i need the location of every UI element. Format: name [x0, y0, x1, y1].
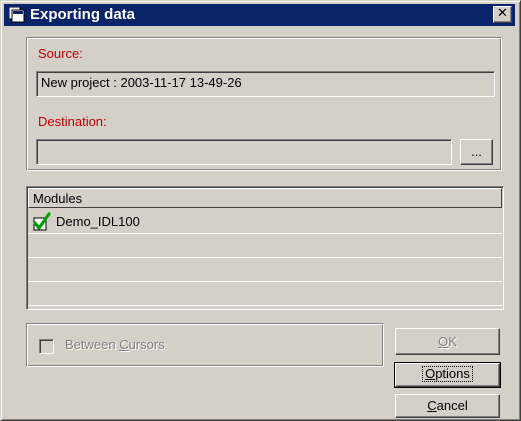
modules-list[interactable]: Modules Demo_IDL100	[26, 186, 504, 310]
export-dialog: Exporting data ✕ Source: New project : 2…	[0, 0, 521, 421]
cancel-button[interactable]: Cancel	[395, 394, 500, 418]
source-field[interactable]: New project : 2003-11-17 13-49-26	[36, 71, 495, 97]
checkmark-icon[interactable]	[32, 212, 52, 232]
options-button[interactable]: Options	[394, 362, 501, 388]
title-bar[interactable]: Exporting data ✕	[4, 4, 515, 26]
module-row[interactable]: Demo_IDL100	[28, 210, 502, 234]
ok-button[interactable]: OK	[395, 328, 500, 355]
modules-column-header[interactable]: Modules	[28, 188, 502, 208]
between-cursors-label: Between Cursors	[65, 337, 165, 352]
browse-button[interactable]: ...	[460, 139, 493, 165]
close-icon: ✕	[497, 6, 508, 21]
between-cursors-checkbox[interactable]	[39, 339, 54, 354]
list-row-empty	[28, 258, 502, 282]
close-button[interactable]: ✕	[493, 6, 512, 23]
list-row-empty	[28, 282, 502, 306]
window-icon	[9, 7, 25, 23]
source-label: Source:	[38, 46, 83, 61]
destination-field[interactable]	[36, 139, 452, 165]
module-name: Demo_IDL100	[56, 214, 140, 229]
destination-label: Destination:	[38, 114, 107, 129]
list-row-empty	[28, 234, 502, 258]
window-title: Exporting data	[30, 6, 136, 23]
